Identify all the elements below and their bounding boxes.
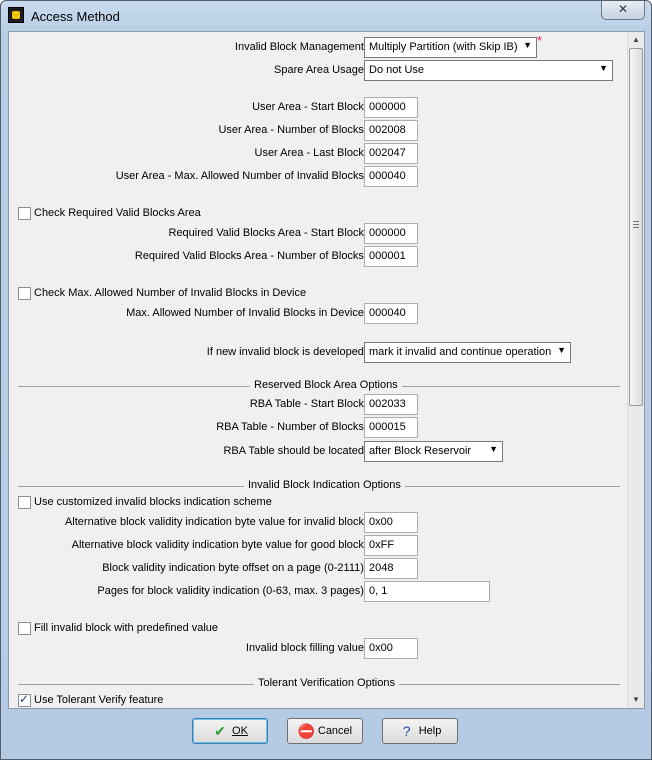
alt-good-byte-label: Alternative block validity indication by… [71, 539, 367, 551]
scroll-down-arrow-icon[interactable]: ▼ [628, 692, 644, 708]
custom-indication-checkbox[interactable] [18, 496, 31, 509]
validity-pages-label: Pages for block validity indication (0-6… [97, 585, 367, 597]
filling-value-field[interactable]: 0x00 [364, 638, 418, 659]
rba-number-field[interactable]: 000015 [364, 417, 418, 438]
user-area-max-invalid-label: User Area - Max. Allowed Number of Inval… [115, 170, 367, 182]
custom-indication-label[interactable]: Use customized invalid blocks indication… [34, 496, 272, 508]
invalid-block-indication-divider: Invalid Block Indication Options [18, 479, 620, 491]
user-area-number-field[interactable]: 002008 [364, 120, 418, 141]
check-max-invalid-device-label[interactable]: Check Max. Allowed Number of Invalid Blo… [34, 287, 306, 299]
chevron-down-icon: ▼ [523, 40, 532, 50]
new-invalid-block-label: If new invalid block is developed: [206, 346, 367, 358]
alt-invalid-byte-field[interactable]: 0x00 [364, 512, 418, 533]
vertical-scrollbar[interactable]: ▲ ▼ [627, 32, 644, 708]
spare-area-usage-select[interactable]: Do not Use ▼ [364, 60, 613, 81]
question-icon: ? [402, 723, 411, 740]
invalid-block-management-label: Invalid Block Management: [234, 41, 367, 53]
help-label: Help [418, 725, 442, 737]
chevron-down-icon: ▼ [557, 345, 566, 355]
rba-number-label: RBA Table - Number of Blocks: [216, 421, 367, 433]
alt-invalid-byte-label: Alternative block validity indication by… [64, 516, 367, 528]
rba-location-select[interactable]: after Block Reservoir ▼ [364, 441, 503, 462]
tolerant-verification-heading: Tolerant Verification Options [254, 677, 399, 689]
invalid-block-indication-heading: Invalid Block Indication Options [244, 479, 405, 491]
fill-invalid-block-label[interactable]: Fill invalid block with predefined value [34, 622, 218, 634]
required-star: * [537, 33, 543, 48]
access-method-window: Access Method ✕ Invalid Block Management… [0, 0, 652, 760]
rba-location-label: RBA Table should be located: [223, 445, 367, 457]
cancel-button[interactable]: ⛔ Cancel [287, 718, 363, 744]
window-title: Access Method [31, 9, 120, 24]
check-icon: ✔ [214, 723, 226, 740]
required-valid-number-field[interactable]: 000001 [364, 246, 418, 267]
reserved-block-area-heading: Reserved Block Area Options [250, 379, 402, 391]
tolerant-verify-label[interactable]: Use Tolerant Verify feature [34, 694, 163, 706]
ok-button[interactable]: ✔ OK [192, 718, 268, 744]
tolerant-verification-divider: Tolerant Verification Options [18, 677, 620, 689]
byte-offset-field[interactable]: 2048 [364, 558, 418, 579]
required-valid-number-label: Required Valid Blocks Area - Number of B… [134, 250, 367, 262]
tolerant-verify-checkbox[interactable] [18, 692, 31, 707]
check-max-invalid-device-checkbox[interactable] [18, 287, 31, 300]
chevron-down-icon: ▼ [599, 63, 608, 73]
max-invalid-device-field[interactable]: 000040 [364, 303, 418, 324]
user-area-last-field[interactable]: 002047 [364, 143, 418, 164]
user-area-last-label: User Area - Last Block: [254, 147, 368, 159]
rba-start-field[interactable]: 002033 [364, 394, 418, 415]
byte-offset-label: Block validity indication byte offset on… [102, 562, 367, 574]
user-area-start-label: User Area - Start Block: [252, 101, 367, 113]
validity-pages-field[interactable]: 0, 1 [364, 581, 490, 602]
rba-location-value: after Block Reservoir [369, 445, 472, 457]
new-invalid-block-value: mark it invalid and continue operation [369, 346, 552, 358]
title-bar[interactable]: Access Method ✕ [1, 1, 651, 31]
invalid-block-management-value: Multiply Partition (with Skip IB) [369, 41, 518, 53]
scrollbar-thumb[interactable] [629, 48, 643, 406]
options-panel: Invalid Block Management: Multiply Parti… [9, 32, 629, 708]
user-area-number-label: User Area - Number of Blocks: [218, 124, 367, 136]
max-invalid-device-label: Max. Allowed Number of Invalid Blocks in… [126, 307, 367, 319]
scroll-up-arrow-icon[interactable]: ▲ [628, 32, 644, 48]
required-valid-start-label: Required Valid Blocks Area - Start Block… [168, 227, 368, 239]
chevron-down-icon: ▼ [489, 444, 498, 454]
dialog-client-area: Invalid Block Management: Multiply Parti… [8, 31, 645, 709]
app-icon [8, 7, 24, 23]
spare-area-usage-label: Spare Area Usage: [274, 64, 367, 76]
close-button[interactable]: ✕ [601, 1, 645, 20]
new-invalid-block-select[interactable]: mark it invalid and continue operation ▼ [364, 342, 571, 363]
no-entry-icon: ⛔ [297, 723, 316, 740]
spare-area-usage-value: Do not Use [369, 64, 425, 76]
rba-start-label: RBA Table - Start Block: [249, 398, 367, 410]
grip-icon [633, 221, 639, 228]
reserved-block-area-divider: Reserved Block Area Options [18, 379, 620, 391]
ok-label: OK [232, 725, 248, 737]
check-required-valid-blocks-checkbox[interactable] [18, 207, 31, 220]
user-area-max-invalid-field[interactable]: 000040 [364, 166, 418, 187]
help-button[interactable]: ? Help [382, 718, 458, 744]
required-valid-start-field[interactable]: 000000 [364, 223, 418, 244]
fill-invalid-block-checkbox[interactable] [18, 622, 31, 635]
user-area-start-field[interactable]: 000000 [364, 97, 418, 118]
filling-value-label: Invalid block filling value: [245, 642, 367, 654]
check-required-valid-blocks-label[interactable]: Check Required Valid Blocks Area [34, 207, 201, 219]
invalid-block-management-select[interactable]: Multiply Partition (with Skip IB) ▼ [364, 37, 537, 58]
cancel-label: Cancel [317, 725, 353, 737]
alt-good-byte-field[interactable]: 0xFF [364, 535, 418, 556]
